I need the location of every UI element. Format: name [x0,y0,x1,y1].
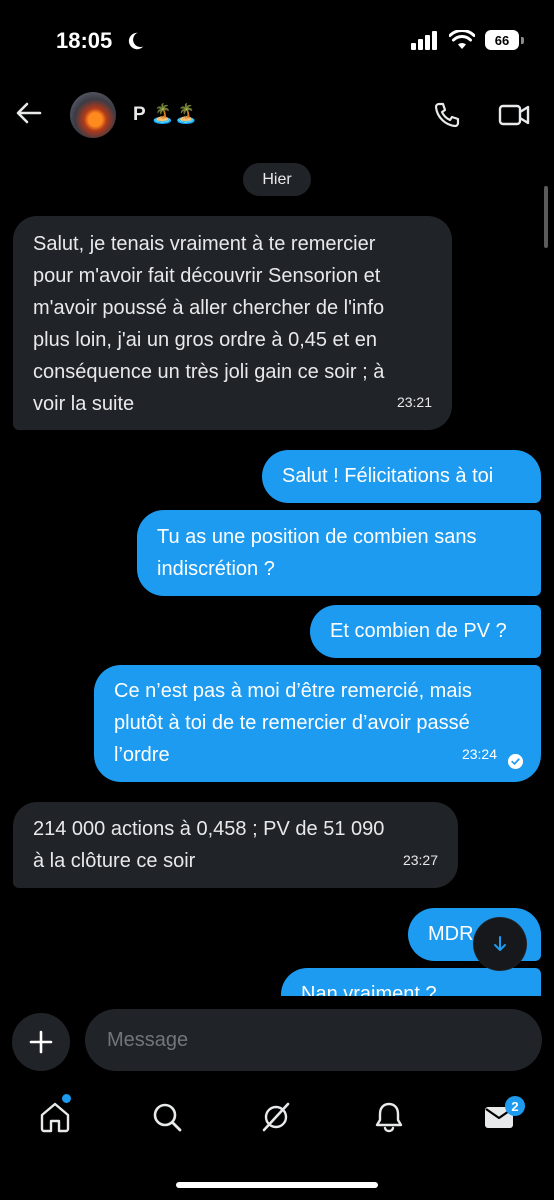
message-line: Ce n’est pas à moi d’être remercié, mais [114,680,472,702]
message-line: m'avoir poussé à aller chercher de l'inf… [33,297,385,319]
message-line: l’ordre [114,744,170,766]
message-bubble-incoming[interactable]: 214 000 actions à 0,458 ; PV de 51 090 à… [13,802,458,888]
message-line: plutôt à toi de te remercier d’avoir pas… [114,712,470,734]
date-divider: Hier [243,163,311,196]
message-bubble-outgoing[interactable]: Salut ! Félicitations à toi [262,450,541,503]
message-line: plus loin, j'ai un gros ordre à 0,45 et … [33,329,378,351]
back-arrow-icon[interactable] [14,98,44,128]
moon-icon [128,32,144,50]
message-bubble-incoming[interactable]: Salut, je tenais vraiment à te remercier… [13,216,452,430]
message-line: conséquence un très joli gain ce soir ; … [33,361,385,383]
wifi-icon [449,30,475,49]
message-input[interactable] [85,1009,542,1071]
avatar[interactable] [70,92,116,138]
video-icon[interactable] [498,100,530,130]
contact-name[interactable]: P 🏝️🏝️ [133,102,198,126]
notifications-bell-icon[interactable] [372,1100,406,1134]
phone-icon[interactable] [432,100,462,130]
message-time: 23:21 [396,394,432,410]
scroll-down-arrow-icon [494,936,506,951]
home-indicator[interactable] [176,1182,378,1188]
status-icons: 66 [411,30,524,50]
message-line: à la clôture ce soir [33,850,196,872]
message-time: 23:24 [461,746,497,762]
message-line: indiscrétion ? [157,558,275,580]
message-bubble-outgoing[interactable]: Ce n’est pas à moi d’être remercié, mais… [94,665,541,782]
home-icon[interactable] [38,1100,72,1134]
add-media-button[interactable] [12,1013,70,1071]
message-line: pour m'avoir fait découvrir Sensorion et [33,265,381,287]
battery-icon: 66 [485,30,524,50]
plus-icon [29,1030,53,1054]
messages-badge: 2 [505,1096,525,1116]
home-notification-dot [62,1094,71,1103]
battery-level: 66 [485,30,519,50]
grok-icon[interactable] [259,1100,293,1134]
search-icon[interactable] [150,1100,184,1134]
scroll-to-bottom-button[interactable] [474,918,526,970]
signal-icon [411,31,437,50]
message-line: voir la suite [33,393,135,415]
message-time: 23:27 [402,852,438,868]
status-time: 18:05 [56,28,113,53]
message-bubble-outgoing[interactable]: Tu as une position de combien sans indis… [137,510,541,596]
read-check-icon [508,754,523,769]
message-line: Tu as une position de combien sans [157,526,477,548]
message-bubble-outgoing[interactable]: Et combien de PV ? [310,605,541,658]
message-line: Salut, je tenais vraiment à te remercier [33,233,376,255]
message-line: 214 000 actions à 0,458 ; PV de 51 090 [33,818,385,840]
message-line: Salut ! Félicitations à toi [282,465,494,487]
message-line: Et combien de PV ? [330,620,507,642]
scrollbar[interactable] [544,186,548,248]
